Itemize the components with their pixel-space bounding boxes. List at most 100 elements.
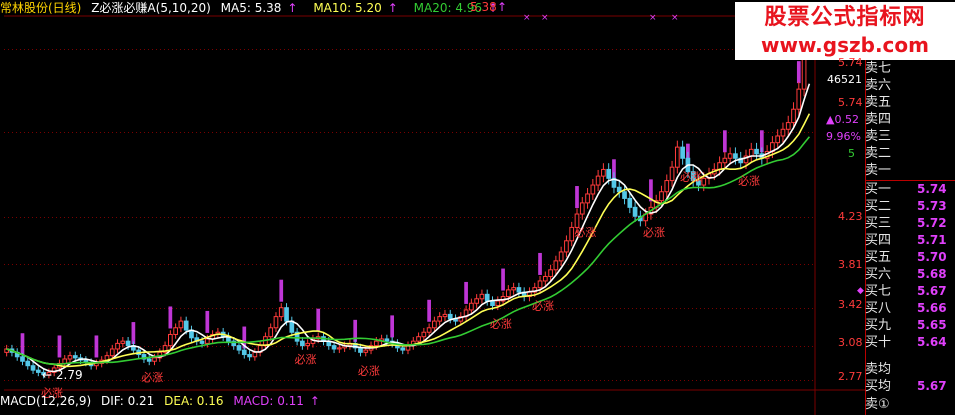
candle-body bbox=[168, 333, 173, 347]
ask-label: 卖四 bbox=[865, 112, 892, 127]
signal-bar bbox=[501, 268, 505, 291]
bid-price: 5.65 bbox=[917, 318, 947, 332]
bid-label: 买一 bbox=[865, 182, 892, 197]
price-marker: 5.38 bbox=[470, 0, 497, 14]
bid-row[interactable]: 买八 5.66 bbox=[865, 300, 955, 317]
bid-label: 买十 bbox=[865, 335, 892, 350]
avg-sell-row: 卖均 bbox=[865, 361, 955, 378]
cross-marker-icon: × bbox=[671, 13, 679, 23]
up-arrow-icon: ↑ bbox=[497, 0, 508, 14]
up-arrow-icon: ↑ bbox=[309, 394, 320, 408]
ma5-value: MA5: 5.38 bbox=[220, 1, 282, 15]
avg-buy-label: 买均 bbox=[865, 379, 892, 394]
signal-bar bbox=[131, 322, 136, 345]
ask-row[interactable]: 卖七 bbox=[865, 60, 955, 77]
ma5-line bbox=[6, 83, 811, 373]
candle-body bbox=[569, 226, 575, 242]
candle-body bbox=[548, 269, 553, 277]
bid-row[interactable]: 买十 5.64 bbox=[865, 334, 955, 351]
ask-row[interactable]: 卖三 bbox=[865, 128, 955, 145]
watermark-logo: 股票公式指标网 www.gszb.com bbox=[735, 2, 955, 60]
bid-row[interactable]: 买二 5.73 bbox=[865, 198, 955, 215]
bid-row[interactable]: 买四 5.71 bbox=[865, 232, 955, 249]
candle-body bbox=[146, 358, 152, 362]
bid-label: 买四 bbox=[865, 233, 892, 248]
candle-body bbox=[474, 298, 480, 304]
ask-label: 卖六 bbox=[865, 78, 892, 93]
signal-bar bbox=[57, 335, 62, 358]
candle-body bbox=[199, 340, 205, 344]
current-marker-icon: ◆ bbox=[857, 286, 864, 296]
candle-body bbox=[748, 148, 754, 157]
ask-row[interactable]: 卖一 bbox=[865, 162, 955, 179]
buy-signal-label: 必涨 bbox=[358, 364, 380, 377]
candle-body bbox=[727, 153, 733, 159]
candle-body bbox=[358, 347, 363, 353]
candle-body bbox=[701, 177, 707, 186]
bid-label: 买七 bbox=[865, 284, 892, 299]
low-price-marker: ← 2.79 bbox=[42, 368, 83, 382]
kline-chart[interactable]: 必涨必涨必涨必涨必涨必涨必涨 必涨必涨 必涨× × × × bbox=[0, 0, 955, 415]
ma10-value: MA10: 5.20 bbox=[313, 1, 382, 15]
candle-body bbox=[442, 313, 448, 318]
volume-stat: 46521 bbox=[827, 73, 862, 86]
bid-row[interactable]: 买五 5.70 bbox=[865, 249, 955, 266]
candle-body bbox=[30, 365, 36, 371]
candle-body bbox=[606, 168, 612, 179]
avg-sell-label: 卖均 bbox=[865, 362, 892, 377]
candle-body bbox=[125, 340, 131, 347]
candle-body bbox=[495, 300, 501, 306]
signal-bar bbox=[316, 308, 321, 331]
candle-body bbox=[241, 349, 247, 356]
ask-label: 卖二 bbox=[865, 146, 892, 161]
stock-title[interactable]: 常林股份(日线) bbox=[0, 1, 81, 15]
candle-body bbox=[278, 307, 284, 318]
signal-bar bbox=[168, 306, 173, 329]
candle-body bbox=[35, 369, 41, 373]
signal-bar bbox=[723, 130, 727, 153]
dif-value: DIF: 0.21 bbox=[100, 394, 155, 408]
candle-body bbox=[754, 148, 759, 155]
candle-body bbox=[505, 289, 511, 298]
candle-body bbox=[722, 157, 728, 164]
buy-signal-label: 必涨 bbox=[532, 300, 554, 313]
candle-body bbox=[400, 347, 406, 351]
candle-body bbox=[595, 175, 601, 186]
ask-row[interactable]: 卖六 bbox=[865, 77, 955, 94]
candle-body bbox=[204, 338, 210, 344]
bid-label: 买三 bbox=[865, 216, 892, 231]
avg-buy-price: 5.67 bbox=[917, 379, 947, 393]
bid-row[interactable]: 买六 5.68 bbox=[865, 266, 955, 283]
bid-row[interactable]: 买七 5.67 ◆ bbox=[857, 283, 955, 300]
low-price-value: 2.79 bbox=[55, 368, 83, 382]
candle-body bbox=[437, 316, 443, 322]
buy-signal-label: 必涨 bbox=[490, 317, 512, 330]
candle-body bbox=[585, 193, 590, 204]
change-stat: ▲0.52 bbox=[826, 113, 859, 126]
price-tick: 4.23 bbox=[838, 210, 863, 223]
price-tick: 2.77 bbox=[838, 370, 863, 383]
bid-row[interactable]: 买九 5.65 bbox=[865, 317, 955, 334]
signal-bar bbox=[205, 310, 210, 333]
ask-row[interactable]: 卖四 bbox=[865, 111, 955, 128]
bid-row[interactable]: 买一 5.74 bbox=[865, 181, 955, 198]
ask-row[interactable]: 卖五 bbox=[865, 94, 955, 111]
candle-body bbox=[284, 307, 289, 322]
indicator-name[interactable]: Z必涨必赚A(5,10,20) bbox=[91, 1, 211, 15]
ask-label: 卖一 bbox=[865, 163, 892, 178]
bid-row[interactable]: 买三 5.72 bbox=[865, 215, 955, 232]
candle-body bbox=[622, 191, 627, 199]
bid-label: 买九 bbox=[865, 318, 892, 333]
price-tick: 3.81 bbox=[838, 258, 863, 271]
ask-row[interactable]: 卖二 bbox=[865, 145, 955, 162]
bid-price: 5.74 bbox=[917, 182, 947, 196]
candle-body bbox=[484, 293, 490, 302]
up-arrow-icon: ↑ bbox=[287, 1, 298, 15]
bid-price: 5.64 bbox=[917, 335, 947, 349]
macd-name[interactable]: MACD(12,26,9) bbox=[0, 394, 91, 408]
candle-body bbox=[733, 153, 738, 159]
candle-body bbox=[363, 349, 369, 353]
buy-signal-label: 必涨 bbox=[738, 175, 760, 188]
candle-body bbox=[289, 320, 295, 333]
candle-body bbox=[669, 166, 675, 182]
